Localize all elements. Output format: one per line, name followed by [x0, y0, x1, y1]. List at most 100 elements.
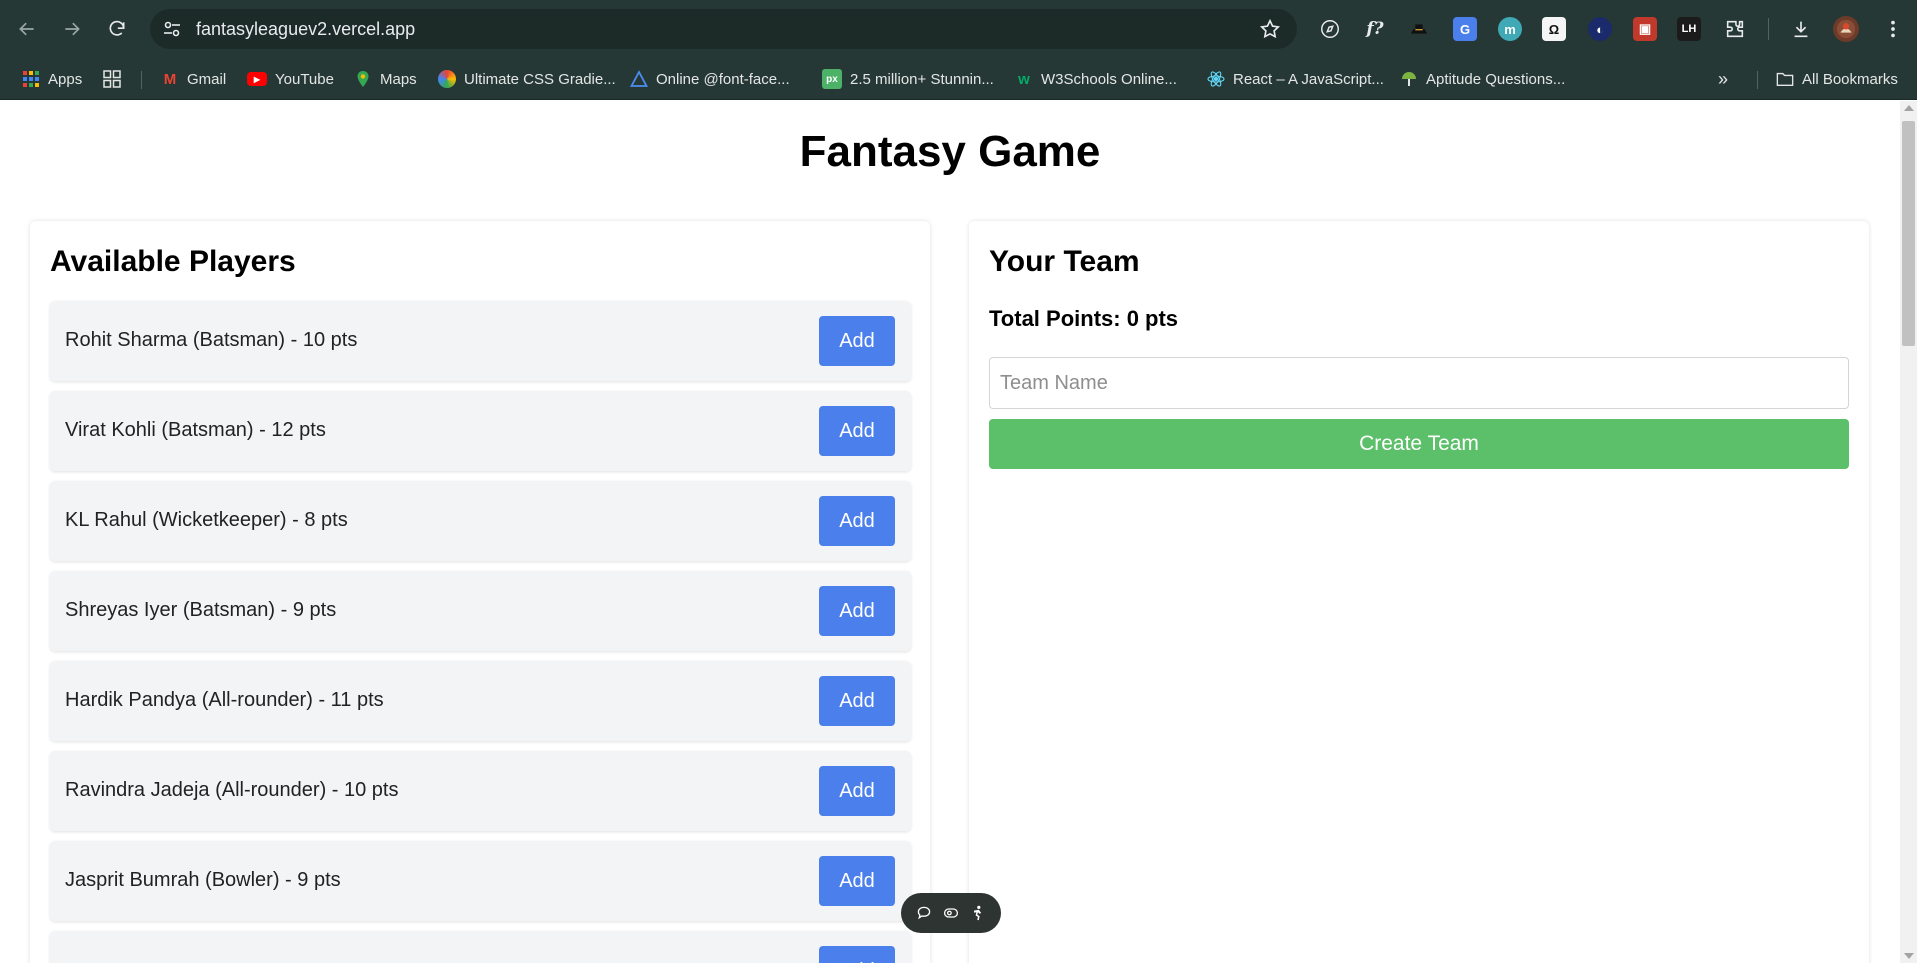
- back-button[interactable]: [10, 12, 44, 46]
- bookmark-gmail[interactable]: M Gmail: [161, 66, 226, 92]
- bookmark-pixabay[interactable]: px 2.5 million+ Stunnin...: [822, 66, 994, 92]
- player-info: Shreyas Iyer (Batsman) - 9 pts: [65, 599, 337, 621]
- browser-menu-icon[interactable]: [1880, 16, 1906, 42]
- bookmark-label: Aptitude Questions...: [1426, 70, 1566, 88]
- all-bookmarks-label: All Bookmarks: [1802, 70, 1898, 88]
- gmail-icon: M: [163, 70, 177, 88]
- scroll-down-arrow-icon[interactable]: [1904, 953, 1914, 959]
- font-face-icon: [630, 70, 648, 88]
- maps-icon: [354, 70, 372, 88]
- player-row: Jasprit Bumrah (Bowler) - 9 pts Add: [50, 841, 911, 921]
- all-bookmarks-folder[interactable]: All Bookmarks: [1776, 66, 1898, 92]
- more-bookmarks-chevron-icon[interactable]: »: [1718, 66, 1728, 92]
- bookmark-css-gradient[interactable]: Ultimate CSS Gradie...: [438, 66, 616, 92]
- bookmark-apps[interactable]: Apps: [22, 66, 82, 92]
- bookmark-label: Apps: [48, 70, 83, 88]
- bookmarks-bar: Apps M Gmail ▶ YouTube Maps Ultimate CSS…: [0, 58, 1917, 100]
- bookmark-star-icon[interactable]: [1259, 18, 1281, 40]
- add-player-button[interactable]: Add: [819, 946, 895, 963]
- add-player-button[interactable]: Add: [819, 856, 895, 906]
- add-player-button[interactable]: Add: [819, 586, 895, 636]
- player-row: Ravindra Jadeja (All-rounder) - 10 pts A…: [50, 751, 911, 831]
- bookmark-label: Maps: [380, 70, 417, 88]
- apps-grid-icon: [22, 70, 40, 88]
- player-row: Virat Kohli (Batsman) - 12 pts Add: [50, 391, 911, 471]
- player-info: Rohit Sharma (Batsman) - 10 pts: [65, 329, 358, 351]
- bookmark-youtube[interactable]: ▶ YouTube: [247, 66, 334, 92]
- reload-button[interactable]: [100, 12, 134, 46]
- extensions-puzzle-icon[interactable]: [1722, 16, 1748, 42]
- address-bar[interactable]: fantasyleaguev2.vercel.app: [150, 9, 1297, 49]
- page-title: Fantasy Game: [799, 127, 1101, 176]
- comment-icon[interactable]: [914, 903, 934, 923]
- player-row: Hardik Pandya (All-rounder) - 11 pts Add: [50, 661, 911, 741]
- player-row: KL Rahul (Wicketkeeper) - 8 pts Add: [50, 481, 911, 561]
- compass-extension-icon[interactable]: [1317, 16, 1343, 42]
- player-info: KL Rahul (Wicketkeeper) - 8 pts: [65, 509, 348, 531]
- youtube-icon: ▶: [247, 72, 267, 86]
- player-info: Ravindra Jadeja (All-rounder) - 10 pts: [65, 779, 399, 801]
- your-team-heading: Your Team: [989, 245, 1140, 278]
- player-info: Virat Kohli (Batsman) - 12 pts: [65, 419, 326, 441]
- aptitude-icon: [1400, 70, 1418, 88]
- add-player-button[interactable]: Add: [819, 676, 895, 726]
- your-team-panel: Your Team Total Points: 0 pts Create Tea…: [969, 221, 1869, 963]
- browser-toolbar: fantasyleaguev2.vercel.app f? G m Ω ◐ ▣ …: [0, 0, 1917, 58]
- page-scrollbar[interactable]: [1900, 101, 1917, 963]
- hat-extension-icon[interactable]: [1406, 16, 1432, 42]
- profile-avatar[interactable]: [1833, 16, 1859, 42]
- bookmark-aptitude[interactable]: Aptitude Questions...: [1400, 66, 1565, 92]
- omega-extension-icon[interactable]: Ω: [1542, 17, 1566, 41]
- bookmark-font-face[interactable]: Online @font-face...: [630, 66, 790, 92]
- bookmarks-separator: [1757, 71, 1758, 89]
- player-info: Hardik Pandya (All-rounder) - 11 pts: [65, 689, 384, 711]
- whatfont-extension-icon[interactable]: f?: [1362, 16, 1388, 42]
- create-team-button[interactable]: Create Team: [989, 419, 1849, 469]
- available-players-panel: Available Players Rohit Sharma (Batsman)…: [30, 221, 930, 963]
- w3schools-icon: w: [1018, 70, 1030, 88]
- translate-extension-icon[interactable]: G: [1453, 17, 1477, 41]
- player-row: Rohit Sharma (Batsman) - 10 pts Add: [50, 301, 911, 381]
- site-info-icon[interactable]: [162, 19, 182, 39]
- add-player-button[interactable]: Add: [819, 316, 895, 366]
- player-info: Jasprit Bumrah (Bowler) - 9 pts: [65, 869, 341, 891]
- scroll-thumb[interactable]: [1902, 121, 1915, 346]
- tab-groups-icon: [103, 70, 121, 88]
- add-player-button[interactable]: Add: [819, 406, 895, 456]
- eye-icon[interactable]: [941, 903, 961, 923]
- player-row: Add: [50, 931, 911, 963]
- pixabay-icon: px: [822, 69, 842, 89]
- bookmark-label: YouTube: [275, 70, 334, 88]
- bookmarks-separator: [141, 71, 142, 89]
- bookmark-w3schools[interactable]: w W3Schools Online...: [1015, 66, 1177, 92]
- team-name-input[interactable]: [989, 357, 1849, 409]
- m-extension-icon[interactable]: m: [1498, 17, 1522, 41]
- bookmark-label: Online @font-face...: [656, 70, 790, 88]
- available-players-heading: Available Players: [50, 245, 296, 278]
- forward-button[interactable]: [55, 12, 89, 46]
- bookmark-react[interactable]: React – A JavaScript...: [1207, 66, 1384, 92]
- bookmark-label: Ultimate CSS Gradie...: [464, 70, 616, 88]
- css-gradient-icon: [438, 70, 456, 88]
- folder-icon: [1776, 70, 1794, 88]
- bookmark-label: 2.5 million+ Stunnin...: [850, 70, 994, 88]
- page-viewport: Fantasy Game Available Players Rohit Sha…: [0, 101, 1900, 963]
- eyedropper-extension-icon[interactable]: ◐: [1588, 17, 1612, 41]
- toolbar-separator: [1768, 18, 1769, 40]
- url-text[interactable]: fantasyleaguev2.vercel.app: [196, 19, 415, 40]
- accessibility-icon[interactable]: [968, 903, 988, 923]
- add-player-button[interactable]: Add: [819, 496, 895, 546]
- bookmark-maps[interactable]: Maps: [354, 66, 417, 92]
- react-icon: [1207, 70, 1225, 88]
- bookmark-label: React – A JavaScript...: [1233, 70, 1384, 88]
- tab-groups-button[interactable]: [103, 66, 129, 92]
- floating-toolbar: [901, 893, 1001, 933]
- player-row: Shreyas Iyer (Batsman) - 9 pts Add: [50, 571, 911, 651]
- downloads-icon[interactable]: [1788, 16, 1814, 42]
- scroll-up-arrow-icon[interactable]: [1904, 105, 1914, 111]
- total-points: Total Points: 0 pts: [989, 306, 1179, 331]
- add-player-button[interactable]: Add: [819, 766, 895, 816]
- lighthouse-extension-icon[interactable]: LH: [1677, 17, 1701, 41]
- pdf-extension-icon[interactable]: ▣: [1633, 17, 1657, 41]
- bookmark-label: Gmail: [187, 70, 227, 88]
